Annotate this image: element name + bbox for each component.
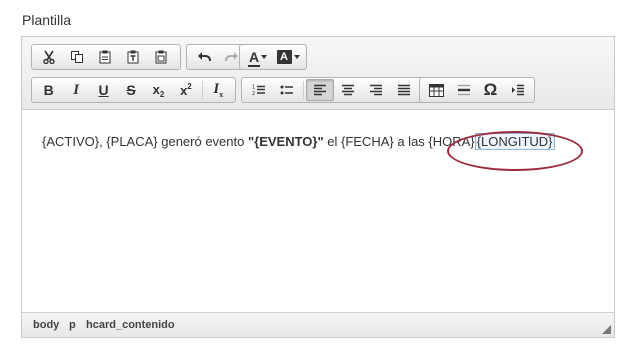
indent-block-icon <box>511 84 525 96</box>
bulleted-list-button[interactable] <box>273 79 301 101</box>
path-crumb-p[interactable]: p <box>69 319 76 331</box>
paste-word-button[interactable] <box>147 46 175 68</box>
align-center-icon <box>341 84 355 96</box>
bg-color-button[interactable]: A <box>273 46 303 68</box>
underline-button[interactable]: U <box>90 79 117 101</box>
redo-icon <box>225 51 239 63</box>
rich-text-editor: A A B I U S x2 x2 Ix 12 Ω {ACTIVO}, {PLA… <box>21 36 615 338</box>
editor-status-bar: body p hcard_contenido <box>22 312 614 337</box>
align-right-icon <box>369 84 383 96</box>
undo-icon <box>197 51 211 63</box>
underline-icon: U <box>98 82 109 98</box>
superscript-button[interactable]: x2 <box>172 79 199 101</box>
strikethrough-icon: S <box>126 82 136 98</box>
remove-format-button[interactable]: Ix <box>205 79 232 101</box>
horizontal-line-button[interactable] <box>450 79 477 101</box>
special-char-button[interactable]: Ω <box>477 79 504 101</box>
insert-group: Ω <box>419 77 535 103</box>
field-label: Plantilla <box>22 12 72 28</box>
paragraph-group: 12 <box>241 77 425 103</box>
paste-word-icon <box>154 50 168 64</box>
undo-button[interactable] <box>190 46 218 68</box>
resize-handle-icon[interactable] <box>602 325 611 334</box>
italic-button[interactable]: I <box>62 79 89 101</box>
toolbar-separator <box>303 81 304 99</box>
template-text: {ACTIVO}, {PLACA} generó evento <box>42 134 248 149</box>
align-left-icon <box>313 84 327 96</box>
strikethrough-button[interactable]: S <box>117 79 144 101</box>
paste-text-icon <box>126 50 140 64</box>
special-char-icon: Ω <box>483 80 498 99</box>
basic-styles-group: B I U S x2 x2 Ix <box>31 77 236 103</box>
editor-toolbar: A A B I U S x2 x2 Ix 12 Ω <box>22 37 614 110</box>
bg-color-icon: A <box>276 50 292 64</box>
toolbar-separator <box>201 81 203 99</box>
cut-button[interactable] <box>35 46 63 68</box>
template-text-continued: el {FECHA} a las {HORA} <box>323 134 475 149</box>
longitud-placeholder[interactable]: {LONGITUD} <box>474 133 555 150</box>
numbered-list-button[interactable]: 12 <box>245 79 273 101</box>
svg-text:2: 2 <box>252 91 255 96</box>
indent-block-button[interactable] <box>504 79 531 101</box>
table-icon <box>429 83 444 97</box>
text-color-icon: A <box>247 49 261 67</box>
table-button[interactable] <box>423 79 450 101</box>
clipboard-group <box>31 44 181 70</box>
align-left-button[interactable] <box>306 79 334 101</box>
numbered-list-icon: 12 <box>252 84 266 96</box>
copy-icon <box>70 50 84 64</box>
path-crumb-body[interactable]: body <box>33 319 59 331</box>
svg-text:1: 1 <box>252 85 255 91</box>
paste-button[interactable] <box>91 46 119 68</box>
horizontal-line-icon <box>457 84 471 96</box>
subscript-icon: x2 <box>152 81 165 99</box>
color-group: A A <box>239 44 307 70</box>
subscript-button[interactable]: x2 <box>145 79 172 101</box>
chevron-down-icon <box>293 55 300 59</box>
align-justify-icon <box>397 84 411 96</box>
cut-icon <box>42 50 56 64</box>
remove-format-icon: Ix <box>213 81 224 99</box>
copy-button[interactable] <box>63 46 91 68</box>
editor-content[interactable]: {ACTIVO}, {PLACA} generó evento "{EVENTO… <box>42 133 555 150</box>
bulleted-list-icon <box>280 84 294 96</box>
paste-icon <box>98 50 112 64</box>
bold-icon: B <box>43 82 54 98</box>
italic-icon: I <box>73 81 80 98</box>
align-center-button[interactable] <box>334 79 362 101</box>
bold-button[interactable]: B <box>35 79 62 101</box>
align-right-button[interactable] <box>362 79 390 101</box>
paste-text-button[interactable] <box>119 46 147 68</box>
chevron-down-icon <box>261 55 268 59</box>
event-placeholder: "{EVENTO}" <box>247 134 324 149</box>
superscript-icon: x2 <box>180 82 192 98</box>
path-crumb-hcard[interactable]: hcard_contenido <box>86 319 175 331</box>
align-justify-button[interactable] <box>390 79 418 101</box>
text-color-button[interactable]: A <box>243 46 273 68</box>
